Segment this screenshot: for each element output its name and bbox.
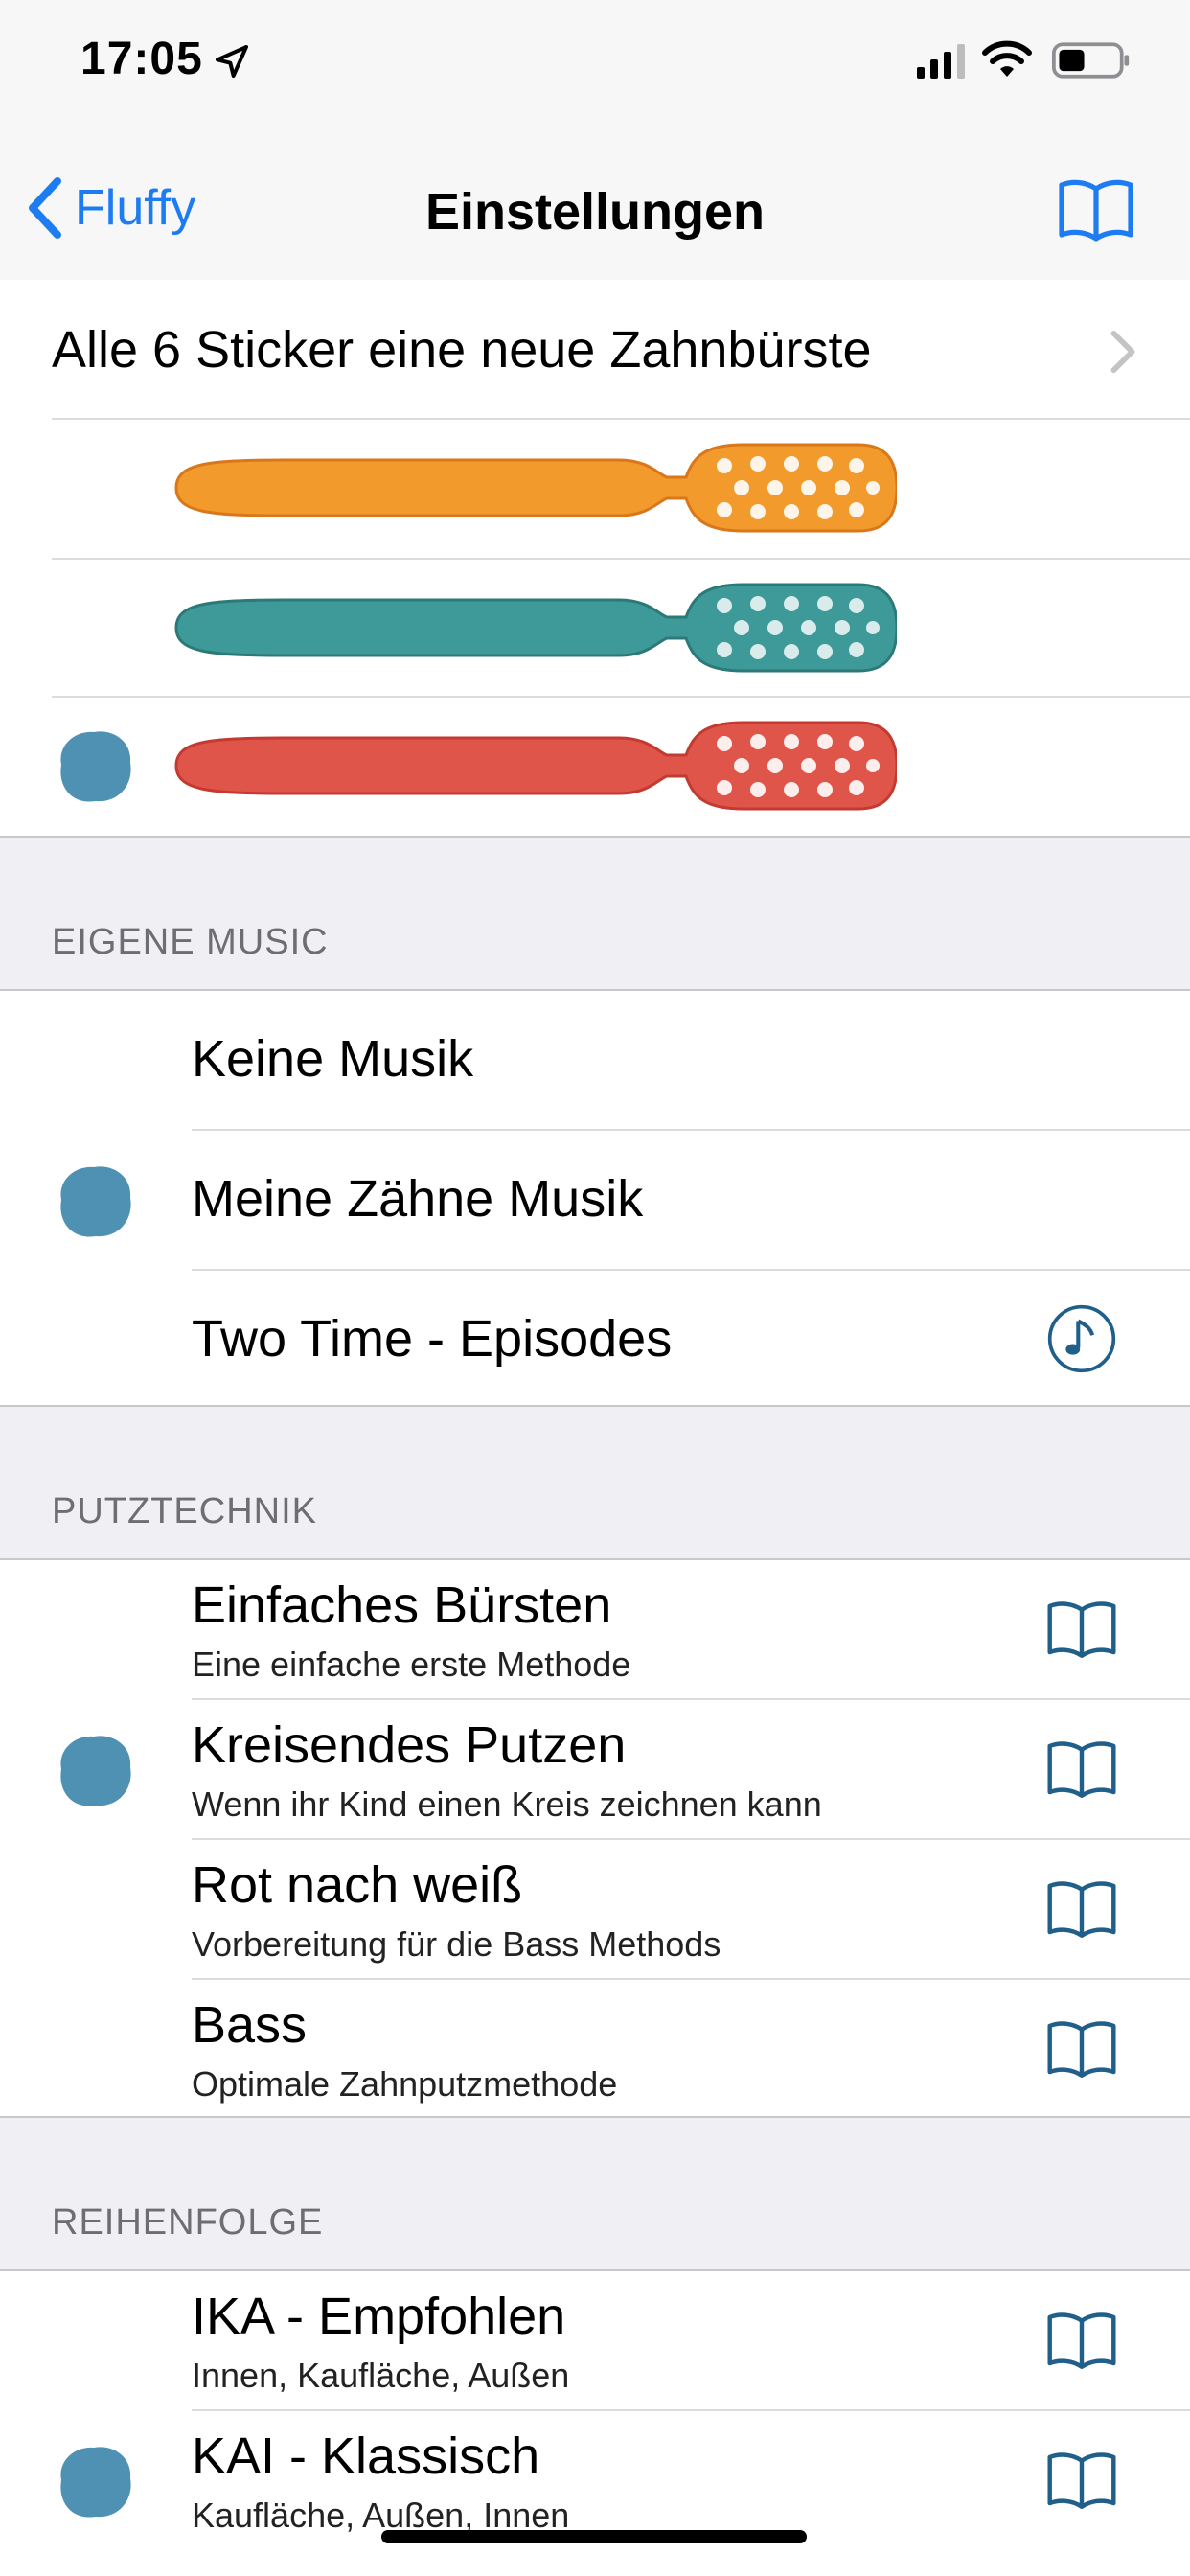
chevron-left-icon [29, 177, 61, 239]
status-time: 17:05 [80, 34, 203, 84]
sticker-row[interactable]: Alle 6 Sticker eine neue Zahnbürste [0, 280, 1190, 420]
music-group: Keine Musik Meine Zähne Musik Two Time -… [0, 991, 1190, 1407]
book-icon[interactable] [1046, 2310, 1117, 2371]
toothbrush-row-orange[interactable] [0, 420, 1190, 559]
navigation-bar: Fluffy Einstellungen [0, 125, 1190, 282]
order-item-title: IKA - Empfohlen [192, 2288, 566, 2345]
battery-icon [1052, 42, 1130, 79]
music-item-two-time-episodes[interactable]: Two Time - Episodes [0, 1271, 1190, 1407]
chevron-right-icon [1110, 330, 1135, 374]
toothbrush-row-teal[interactable] [0, 560, 1190, 698]
music-item-label: Two Time - Episodes [192, 1310, 673, 1368]
music-item-meine-zaehne-musik[interactable]: Meine Zähne Musik [0, 1131, 1190, 1269]
home-indicator[interactable] [381, 2530, 807, 2543]
technique-item-title: Kreisendes Putzen [192, 1716, 627, 1774]
status-bar: 17:05 [0, 0, 1190, 125]
section-header-technique: PUTZTECHNIK [52, 1491, 317, 1531]
section-header-order: REIHENFOLGE [52, 2202, 324, 2242]
technique-item-title: Bass [192, 1996, 308, 2054]
book-icon[interactable] [1046, 2450, 1117, 2511]
order-item-subtitle: Innen, Kaufläche, Außen [192, 2356, 570, 2395]
music-item-label: Meine Zähne Musik [192, 1170, 644, 1228]
music-note-icon[interactable] [1046, 1303, 1117, 1374]
music-item-keine-musik[interactable]: Keine Musik [0, 991, 1190, 1129]
technique-item-kreisendes-putzen[interactable]: Kreisendes Putzen Wenn ihr Kind einen Kr… [0, 1700, 1190, 1838]
separator [0, 836, 1190, 838]
wifi-icon [982, 40, 1032, 77]
separator [0, 1405, 1190, 1407]
back-button-label: Fluffy [75, 180, 196, 236]
location-arrow-icon [216, 45, 248, 78]
sticker-group: Alle 6 Sticker eine neue Zahnbürste [0, 280, 1190, 838]
order-item-kai-klassisch[interactable]: KAI - Klassisch Kaufläche, Außen, Innen [0, 2411, 1190, 2549]
technique-item-einfaches-buersten[interactable]: Einfaches Bürsten Eine einfache erste Me… [0, 1560, 1190, 1698]
selection-blob-icon [60, 1736, 131, 1806]
section-header-music: EIGENE MUSIC [52, 922, 329, 962]
book-icon[interactable] [1046, 1598, 1117, 1660]
separator [0, 2116, 1190, 2118]
sticker-row-label: Alle 6 Sticker eine neue Zahnbürste [52, 321, 872, 379]
technique-item-bass[interactable]: Bass Optimale Zahnputzmethode [0, 1980, 1190, 2118]
technique-item-subtitle: Eine einfache erste Methode [192, 1644, 631, 1684]
toothbrush-row-red[interactable] [0, 698, 1190, 838]
book-icon[interactable] [1046, 1738, 1117, 1800]
order-item-ika-empfohlen[interactable]: IKA - Empfohlen Innen, Kaufläche, Außen [0, 2271, 1190, 2409]
book-icon[interactable] [1046, 2018, 1117, 2080]
cellular-signal-icon [917, 44, 965, 79]
back-button[interactable]: Fluffy [27, 174, 195, 242]
selection-blob-icon [60, 731, 131, 802]
order-item-title: KAI - Klassisch [192, 2427, 540, 2485]
music-item-label: Keine Musik [192, 1030, 474, 1088]
selection-blob-icon [60, 1166, 131, 1237]
technique-item-subtitle: Vorbereitung für die Bass Methods [192, 1924, 721, 1964]
teal-toothbrush-icon [174, 583, 897, 673]
technique-group: Einfaches Bürsten Eine einfache erste Me… [0, 1560, 1190, 2118]
technique-item-rot-nach-weiss[interactable]: Rot nach weiß Vorbereitung für die Bass … [0, 1840, 1190, 1978]
orange-toothbrush-icon [174, 443, 897, 533]
book-icon[interactable] [1046, 1878, 1117, 1940]
technique-item-title: Rot nach weiß [192, 1856, 523, 1914]
technique-item-subtitle: Wenn ihr Kind einen Kreis zeichnen kann [192, 1784, 822, 1824]
red-toothbrush-icon [174, 721, 897, 811]
selection-blob-icon [60, 2447, 131, 2518]
technique-item-subtitle: Optimale Zahnputzmethode [192, 2064, 618, 2104]
technique-item-title: Einfaches Bürsten [192, 1576, 612, 1634]
book-icon[interactable] [1058, 176, 1134, 243]
